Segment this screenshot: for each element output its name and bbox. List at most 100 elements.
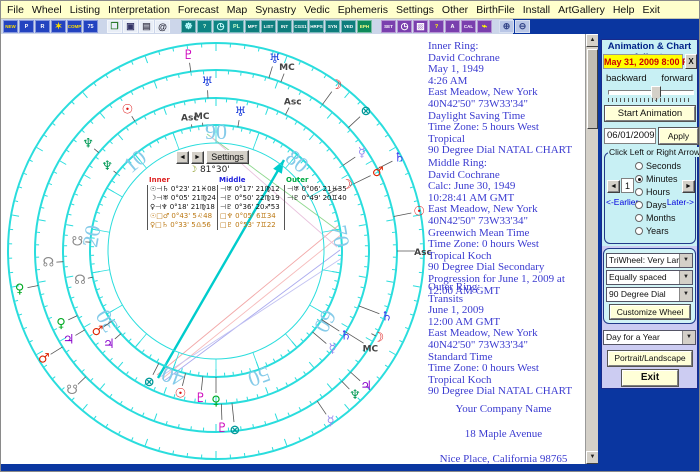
star-icon[interactable]: ✶ [51, 20, 66, 33]
scroll-thumb[interactable] [587, 49, 598, 129]
apply-date-button[interactable]: Apply Date [659, 128, 698, 144]
list-icon[interactable]: LIST [261, 20, 276, 33]
animation-speed-slider[interactable] [608, 90, 694, 95]
menu-item-vedic[interactable]: Vedic [304, 4, 330, 16]
wheel-help-icon[interactable]: ? [197, 20, 212, 33]
dial-line [135, 122, 137, 125]
portrait-landscape-button[interactable]: Portrait/Landscape [608, 351, 692, 366]
exit-button[interactable]: Exit [622, 370, 678, 386]
aspect-table-row: ♀⊣♆ 0°18' 21♍18⊣♇ 0°36' 20♐53 [147, 203, 342, 212]
menu-item-other[interactable]: Other [442, 4, 468, 16]
relocate-icon[interactable]: R [35, 20, 50, 33]
dial-type-dropdown[interactable]: 90 Degree Dial▼ [606, 287, 693, 302]
int-icon[interactable]: INT [277, 20, 292, 33]
menu-item-ephemeris[interactable]: Ephemeris [338, 4, 388, 16]
dial-line [286, 383, 287, 386]
chevron-down-icon[interactable]: ▼ [679, 288, 692, 301]
menu-item-map[interactable]: Map [227, 4, 247, 16]
print-icon[interactable]: ▤ [139, 20, 154, 33]
vertical-scrollbar[interactable]: ▲ ▼ [585, 34, 598, 464]
menu-item-forecast[interactable]: Forecast [178, 4, 219, 16]
save-icon[interactable]: ▣ [123, 20, 138, 33]
menu-item-interpretation[interactable]: Interpretation [108, 4, 170, 16]
radio-years[interactable]: Years [635, 226, 669, 236]
dial-line [309, 135, 313, 140]
menu-item-birthfile[interactable]: BirthFile [476, 4, 515, 16]
radio-hours[interactable]: Hours [635, 187, 670, 197]
radio-dot[interactable] [635, 227, 643, 235]
radio-minutes[interactable]: Minutes [635, 174, 678, 184]
menu-item-wheel[interactable]: Wheel [32, 4, 62, 16]
radio-dot[interactable] [635, 175, 643, 183]
menu-item-install[interactable]: Install [523, 4, 550, 16]
syn-icon[interactable]: SYN [325, 20, 340, 33]
pl-icon[interactable]: PL [229, 20, 244, 33]
start-animation-button[interactable]: Start Animation [605, 106, 695, 121]
planet-glyph-mars: ♂ [92, 324, 104, 339]
radio-dot[interactable] [635, 162, 643, 170]
radio-dot[interactable] [635, 214, 643, 222]
clock-teal-icon[interactable]: ◷ [213, 20, 228, 33]
wheel-icon[interactable]: ☸ [181, 20, 196, 33]
later-arrow-button[interactable]: ► [682, 180, 695, 193]
scroll-down-button[interactable]: ▼ [586, 451, 598, 464]
print-chart-icon[interactable]: P [19, 20, 34, 33]
hrps-icon[interactable]: HRPS [309, 20, 324, 33]
chart-purple-icon[interactable]: ▨ [413, 20, 428, 33]
dial-line [299, 92, 300, 95]
new-chart-icon[interactable]: NEW [3, 20, 18, 33]
chevron-down-icon[interactable]: ▼ [679, 271, 692, 284]
ved-icon[interactable]: VED [341, 20, 356, 33]
scroll-up-button[interactable]: ▲ [586, 34, 598, 47]
dial-step-back-button[interactable]: ◄ [176, 151, 189, 164]
help-icon[interactable]: ? [429, 20, 444, 33]
zoom-out-icon[interactable]: ⊖ [515, 20, 530, 33]
radio-days[interactable]: Days [635, 200, 667, 210]
open-folder-icon[interactable]: ❒ [107, 20, 122, 33]
earlier-label: <-Earlier [606, 197, 638, 207]
menu-item-help[interactable]: Help [613, 4, 635, 16]
dial-line [310, 98, 312, 101]
step-amount-input[interactable]: 1 [621, 178, 634, 193]
dial-step-forward-button[interactable]: ► [191, 151, 204, 164]
radio-seconds[interactable]: Seconds [635, 161, 681, 171]
dial-line [66, 276, 73, 277]
spacing-dropdown[interactable]: Equally spaced▼ [606, 270, 693, 285]
chevron-down-icon[interactable]: ▼ [682, 331, 695, 344]
calculator-icon[interactable]: CAL [461, 20, 476, 33]
eph-icon[interactable]: EPH [357, 20, 372, 33]
dial-line [157, 141, 158, 144]
satellite-icon[interactable]: ⌁ [477, 20, 492, 33]
date-input[interactable]: 06/01/2009 [604, 128, 656, 144]
radio-dot[interactable] [635, 188, 643, 196]
dial-line [19, 187, 22, 188]
email-icon[interactable]: @ [155, 20, 170, 33]
earlier-arrow-button[interactable]: ◄ [607, 180, 620, 193]
wheel-type-dropdown[interactable]: TriWheel: Very Large Wh.▼ [606, 253, 693, 268]
dial-line [277, 387, 278, 390]
dial-line [41, 294, 44, 295]
set-icon[interactable]: SET [381, 20, 396, 33]
dial-line [414, 201, 417, 202]
menu-item-file[interactable]: File [7, 4, 24, 16]
atlas-icon[interactable]: A [445, 20, 460, 33]
menu-item-exit[interactable]: Exit [642, 4, 660, 16]
dial-settings-button[interactable]: Settings [206, 150, 249, 164]
zoom-in-icon[interactable]: ⊕ [499, 20, 514, 33]
clock-purple-icon[interactable]: ◷ [397, 20, 412, 33]
close-animation-button[interactable]: X [685, 54, 697, 69]
menu-item-settings[interactable]: Settings [396, 4, 434, 16]
menu-item-artgallery[interactable]: ArtGallery [558, 4, 605, 16]
chevron-down-icon[interactable]: ▼ [679, 254, 692, 267]
dial-scale-number: 10 [118, 144, 151, 177]
comparison-icon[interactable]: COMP [67, 20, 82, 33]
radio-dot[interactable] [635, 201, 643, 209]
chart-75-icon[interactable]: 75 [83, 20, 98, 33]
cgs1-icon[interactable]: CGS1 [293, 20, 308, 33]
menu-item-synastry[interactable]: Synastry [255, 4, 296, 16]
rate-dropdown[interactable]: Day for a Year▼ [603, 330, 696, 345]
radio-months[interactable]: Months [635, 213, 676, 223]
customize-wheel-button[interactable]: Customize Wheel [610, 305, 690, 319]
menu-item-listing[interactable]: Listing [70, 4, 100, 16]
mpt-icon[interactable]: MPT [245, 20, 260, 33]
